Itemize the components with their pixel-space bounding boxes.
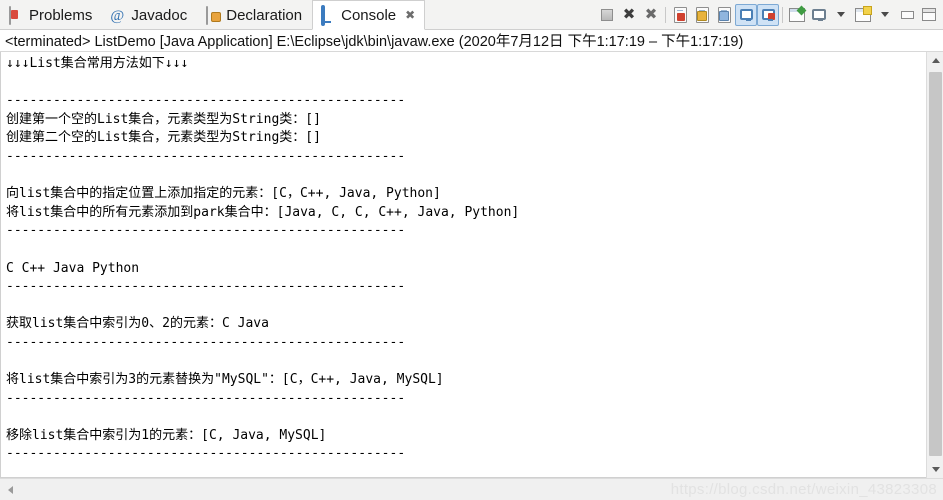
scroll-left-icon[interactable] [2,479,19,500]
tab-declaration-label: Declaration [226,6,303,24]
pin-console-button[interactable] [786,4,808,26]
vertical-scrollbar-thumb[interactable] [929,72,942,456]
console-line: ----------------------------------------… [6,148,406,164]
console-output-area[interactable]: ↓↓↓List集合常用方法如下↓↓↓ ----------------------… [0,52,943,478]
console-line: ----------------------------------------… [6,446,406,462]
minimize-icon [900,10,914,19]
scroll-down-icon[interactable] [927,461,943,478]
scroll-up-icon[interactable] [927,52,943,69]
show-console-on-output-button[interactable] [735,3,757,26]
scroll-lock-icon [695,6,709,23]
remove-launch-button[interactable]: ✖ [618,4,640,26]
minimize-button[interactable] [896,4,918,26]
tab-javadoc-label: Javadoc [131,6,188,24]
stop-square-icon [601,8,613,21]
new-console-icon [855,5,872,22]
console-line: ↓↓↓List集合常用方法如下↓↓↓ [6,56,189,71]
word-wrap-button[interactable] [713,4,735,26]
console-line: ----------------------------------------… [6,334,406,350]
scroll-lock-button[interactable] [691,4,713,26]
maximize-icon [922,8,936,21]
launch-status-line: <terminated> ListDemo [Java Application]… [0,30,943,52]
show-console-output-icon [739,9,753,21]
open-console-button[interactable] [852,4,874,26]
chevron-down-icon [881,12,889,17]
console-line: ----------------------------------------… [6,93,406,109]
tab-javadoc[interactable]: @ Javadoc [102,0,197,29]
tab-problems[interactable]: Problems [0,0,102,29]
display-selected-console-button[interactable] [808,4,830,26]
toolbar-separator [782,6,783,23]
console-line: ----------------------------------------… [6,279,406,295]
open-console-menu-button[interactable] [874,4,896,26]
tab-console-label: Console [341,6,397,24]
clear-console-icon [673,6,687,23]
display-selected-console-menu-button[interactable] [830,4,852,26]
console-line: 将list集合中的所有元素添加到park集合中：[Java, C, C, C++… [6,204,520,220]
horizontal-scrollbar[interactable]: https://blog.csdn.net/weixin_43823308 [0,478,943,500]
clear-console-button[interactable] [669,4,691,26]
declaration-icon [205,6,221,25]
console-line: ----------------------------------------… [6,223,406,239]
close-icon[interactable]: ✖ [405,8,415,22]
tab-console[interactable]: Console ✖ [312,0,426,30]
console-line: 移除list集合中索引为1的元素：[C, Java, MySQL] [6,427,327,443]
chevron-down-icon [837,12,845,17]
tab-problems-label: Problems [29,6,93,24]
console-line: 向list集合中的指定位置上添加指定的元素：[C，C++, Java, Pyth… [6,186,441,202]
show-console-error-icon [761,9,775,21]
problems-icon [8,6,24,25]
javadoc-icon: @ [110,8,125,24]
console-line: ----------------------------------------… [6,390,406,406]
vertical-scrollbar[interactable] [926,52,943,478]
remove-x-icon: ✖ [622,5,636,23]
display-console-icon [812,9,826,21]
console-line: 创建第一个空的List集合，元素类型为String类：[] [6,111,321,127]
console-output-text: ↓↓↓List集合常用方法如下↓↓↓ ----------------------… [6,55,924,477]
watermark: https://blog.csdn.net/weixin_43823308 [670,481,937,498]
terminate-button[interactable] [596,4,618,26]
tab-declaration[interactable]: Declaration [197,0,312,29]
eclipse-console-view: Problems @ Javadoc Declaration Console ✖ [0,0,943,500]
view-tab-bar: Problems @ Javadoc Declaration Console ✖ [0,0,943,30]
console-toolbar: ✖ ✖ [596,0,943,29]
show-console-on-error-button[interactable] [757,3,779,26]
console-line: 将list集合中索引为3的元素替换为"MySQL"：[C，C++, Java, … [6,372,444,388]
remove-all-x-icon: ✖ [644,5,658,23]
tab-list: Problems @ Javadoc Declaration Console ✖ [0,0,426,30]
console-line: 获取list集合中索引为0、2的元素：C Java [6,316,269,332]
console-icon [320,5,336,26]
pin-console-icon [789,5,807,22]
console-line: 创建第二个空的List集合，元素类型为String类：[] [6,130,321,146]
toolbar-separator [665,6,666,23]
console-line: C C++ Java Python [6,260,140,276]
maximize-button[interactable] [918,4,940,26]
word-wrap-icon [717,6,731,23]
remove-all-terminated-button[interactable]: ✖ [640,4,662,26]
